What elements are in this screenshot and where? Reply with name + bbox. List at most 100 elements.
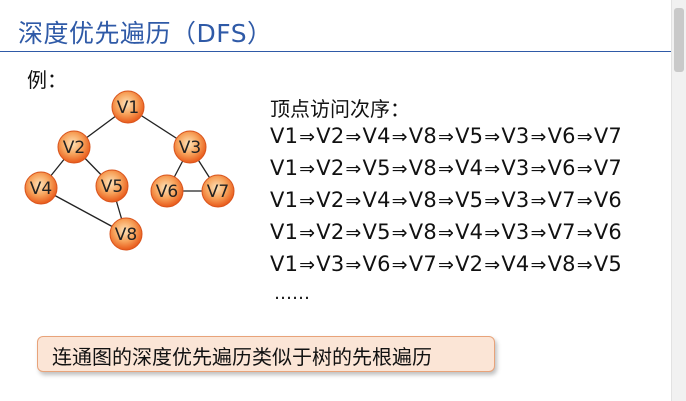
node-label: V2 xyxy=(63,138,85,158)
sequence-vertex: V2 xyxy=(316,220,345,244)
arrow-symbol: ⇒ xyxy=(345,190,362,212)
node-label: V8 xyxy=(115,225,137,245)
sequence-vertex: V8 xyxy=(547,252,576,276)
graph-diagram: V1 V2 V3 V4 V5 V6 V7 V8 xyxy=(24,90,235,251)
arrow-symbol: ⇒ xyxy=(530,158,547,180)
sequence-vertex: V1 xyxy=(270,124,299,148)
sequence-vertex: V4 xyxy=(455,220,484,244)
node-v2: V2 xyxy=(57,130,91,164)
note-box: 连通图的深度优先遍历类似于树的先根遍历 xyxy=(37,336,495,372)
arrow-symbol: ⇒ xyxy=(437,158,455,180)
arrow-symbol: ⇒ xyxy=(391,254,408,276)
sequence-ellipsis: …… xyxy=(274,283,310,304)
arrow-symbol: ⇒ xyxy=(437,254,455,276)
sequence-vertex: V5 xyxy=(593,252,622,276)
sequence-vertex: V4 xyxy=(362,188,391,212)
arrow-symbol: ⇒ xyxy=(484,222,501,244)
sequence-vertex: V3 xyxy=(501,188,530,212)
arrow-symbol: ⇒ xyxy=(484,126,501,148)
node-label: V5 xyxy=(101,177,123,197)
sequence-vertex: V1 xyxy=(270,220,299,244)
arrow-symbol: ⇒ xyxy=(299,158,316,180)
sequence-vertex: V4 xyxy=(455,156,484,180)
sequence-row: V1⇒V2⇒V4⇒V8⇒V5⇒V3⇒V7⇒V6 xyxy=(270,188,622,212)
arrow-symbol: ⇒ xyxy=(530,222,547,244)
sequence-vertex: V5 xyxy=(362,156,391,180)
sequence-row: V1⇒V2⇒V5⇒V8⇒V4⇒V3⇒V7⇒V6 xyxy=(270,220,622,244)
arrow-symbol: ⇒ xyxy=(484,254,501,276)
sequence-row: V1⇒V2⇒V5⇒V8⇒V4⇒V3⇒V6⇒V7 xyxy=(270,156,622,180)
sequence-vertex: V1 xyxy=(270,188,299,212)
arrow-symbol: ⇒ xyxy=(391,190,408,212)
sequence-vertex: V6 xyxy=(547,124,576,148)
vertical-scrollbar[interactable] xyxy=(671,0,686,401)
arrow-symbol: ⇒ xyxy=(437,190,455,212)
node-v1: V1 xyxy=(111,90,145,124)
sequence-vertex: V6 xyxy=(362,252,391,276)
arrow-symbol: ⇒ xyxy=(391,222,408,244)
sequence-vertex: V7 xyxy=(593,124,622,148)
sequence-vertex: V1 xyxy=(270,252,299,276)
sequence-vertex: V5 xyxy=(455,124,484,148)
arrow-symbol: ⇒ xyxy=(576,222,593,244)
sequence-vertex: V2 xyxy=(455,252,484,276)
node-v5: V5 xyxy=(95,169,129,203)
sequence-vertex: V2 xyxy=(316,124,345,148)
arrow-symbol: ⇒ xyxy=(530,254,547,276)
arrow-symbol: ⇒ xyxy=(345,158,362,180)
arrow-symbol: ⇒ xyxy=(576,254,593,276)
arrow-symbol: ⇒ xyxy=(530,126,547,148)
arrow-symbol: ⇒ xyxy=(299,222,316,244)
node-label: V1 xyxy=(117,98,139,118)
arrow-symbol: ⇒ xyxy=(437,222,455,244)
sequence-vertex: V3 xyxy=(501,156,530,180)
sequence-vertex: V7 xyxy=(593,156,622,180)
sequence-vertex: V8 xyxy=(408,220,437,244)
visit-order-label: 顶点访问次序： xyxy=(270,97,410,121)
arrow-symbol: ⇒ xyxy=(299,254,316,276)
node-v4: V4 xyxy=(24,171,58,205)
arrow-symbol: ⇒ xyxy=(345,126,362,148)
arrow-symbol: ⇒ xyxy=(576,158,593,180)
graph-edges xyxy=(40,106,219,235)
sequence-vertex: V8 xyxy=(408,124,437,148)
sequence-vertex: V8 xyxy=(408,188,437,212)
sequence-vertex: V5 xyxy=(362,220,391,244)
node-label: V4 xyxy=(30,179,52,199)
arrow-symbol: ⇒ xyxy=(345,222,362,244)
arrow-symbol: ⇒ xyxy=(345,254,362,276)
sequence-vertex: V6 xyxy=(593,220,622,244)
sequence-row: V1⇒V3⇒V6⇒V7⇒V2⇒V4⇒V8⇒V5 xyxy=(270,252,622,276)
sequence-vertex: V1 xyxy=(270,156,299,180)
sequence-vertex: V7 xyxy=(408,252,437,276)
graph-nodes: V1 V2 V3 V4 V5 V6 V7 V8 xyxy=(24,90,235,251)
node-label: V3 xyxy=(179,138,201,158)
sequence-vertex: V3 xyxy=(316,252,345,276)
arrow-symbol: ⇒ xyxy=(576,190,593,212)
sequence-vertex: V2 xyxy=(316,156,345,180)
arrow-symbol: ⇒ xyxy=(299,190,316,212)
arrow-symbol: ⇒ xyxy=(391,126,408,148)
node-v3: V3 xyxy=(173,130,207,164)
sequence-vertex: V4 xyxy=(362,124,391,148)
arrow-symbol: ⇒ xyxy=(530,190,547,212)
arrow-symbol: ⇒ xyxy=(299,126,316,148)
sequence-vertex: V6 xyxy=(593,188,622,212)
node-label: V7 xyxy=(207,182,229,202)
sequence-vertex: V5 xyxy=(455,188,484,212)
sequence-vertex: V4 xyxy=(501,252,530,276)
sequence-vertex: V6 xyxy=(547,156,576,180)
note-text: 连通图的深度优先遍历类似于树的先根遍历 xyxy=(52,345,432,369)
arrow-symbol: ⇒ xyxy=(576,126,593,148)
sequence-vertex: V8 xyxy=(408,156,437,180)
slide: 深度优先遍历（DFS） 例： V1 V2 V3 V4 V5 V6 V7 V8 顶点访问次序： … xyxy=(0,0,686,401)
arrow-symbol: ⇒ xyxy=(391,158,408,180)
sequence-vertex: V3 xyxy=(501,124,530,148)
scrollbar-thumb[interactable] xyxy=(674,8,684,72)
sequence-vertex: V2 xyxy=(316,188,345,212)
sequence-row: V1⇒V2⇒V4⇒V8⇒V5⇒V3⇒V6⇒V7 xyxy=(270,124,622,148)
node-v6: V6 xyxy=(150,174,184,208)
node-v8: V8 xyxy=(109,217,143,251)
sequence-vertex: V3 xyxy=(501,220,530,244)
arrow-symbol: ⇒ xyxy=(484,190,501,212)
